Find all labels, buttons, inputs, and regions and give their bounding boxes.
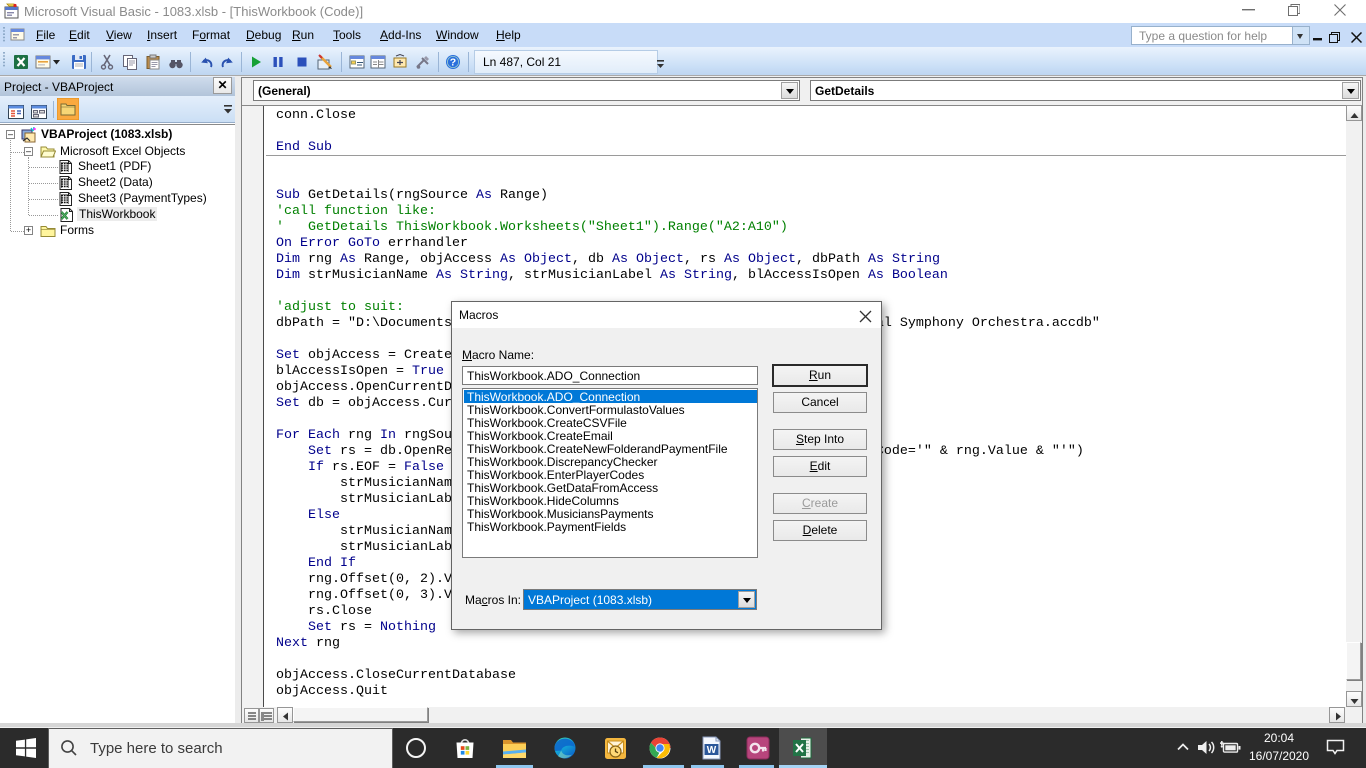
svg-text:16/07/2020: 16/07/2020 [1249, 749, 1309, 763]
svg-text:W: W [707, 745, 717, 756]
svg-text:20:04: 20:04 [1264, 731, 1294, 745]
svg-text:?: ? [450, 57, 456, 69]
